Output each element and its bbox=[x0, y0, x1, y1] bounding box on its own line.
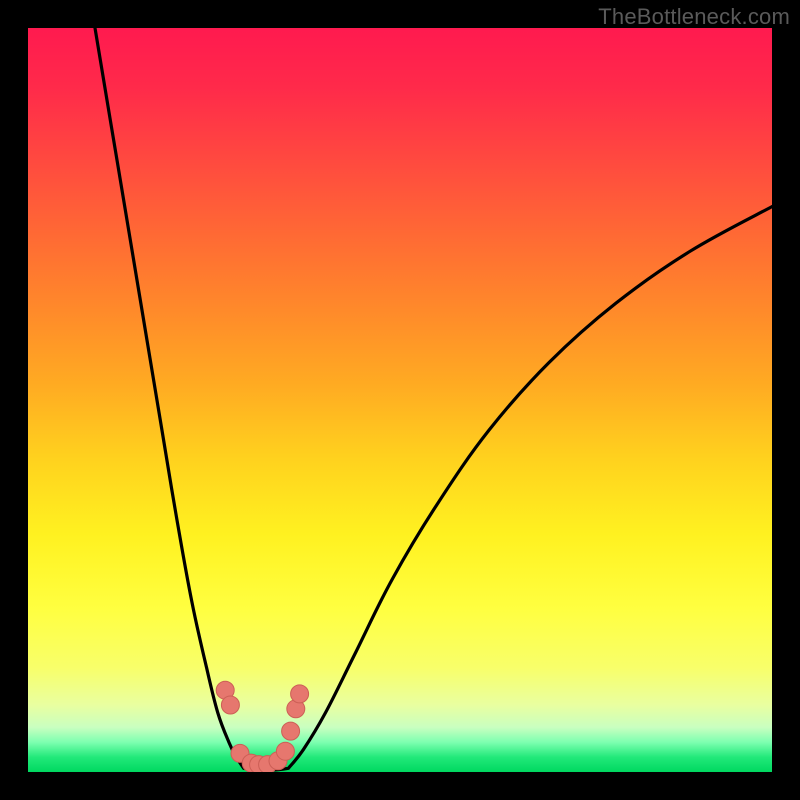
bottleneck-curve bbox=[28, 28, 772, 772]
curve-path bbox=[95, 28, 772, 770]
marker-dot bbox=[282, 722, 300, 740]
watermark-text: TheBottleneck.com bbox=[598, 4, 790, 30]
plot-area bbox=[28, 28, 772, 772]
valley-markers bbox=[216, 681, 308, 772]
marker-dot bbox=[221, 696, 239, 714]
chart-frame: TheBottleneck.com bbox=[0, 0, 800, 800]
marker-dot bbox=[291, 685, 309, 703]
marker-dot bbox=[276, 742, 294, 760]
